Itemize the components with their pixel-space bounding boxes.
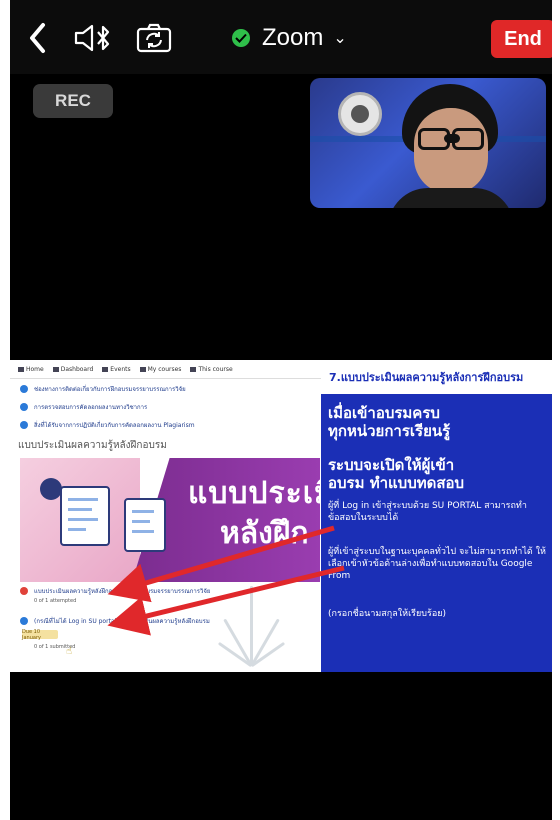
- slide-line: ทุกหน่วยการเรียนรู้: [328, 422, 451, 440]
- encryption-shield-icon: [232, 29, 250, 47]
- lms-section-title: แบบประเมินผลความรู้หลังฝึกอบรม: [18, 440, 167, 451]
- person-illustration-icon: [40, 478, 62, 500]
- participant-face: [414, 108, 488, 194]
- slide-paragraph: ผู้ที่ Log in เข้าสู่ระบบด้วย SU PORTAL …: [328, 501, 527, 523]
- chevron-down-icon: ⌄: [333, 30, 347, 47]
- lms-activity: การตรวจสอบการคัดลอกผลงานทางวิชาการ: [20, 402, 147, 412]
- quiz-meta: 0 of 1 attempted: [34, 598, 77, 604]
- check-icon: [20, 403, 28, 411]
- due-date-badge: Due 10 January: [22, 629, 58, 641]
- nav-this-course: This course: [190, 366, 233, 373]
- hand-cursor-icon: ☝: [66, 646, 73, 657]
- banner-subtitle: หลังฝึก: [220, 516, 309, 551]
- top-toolbar: Zoom ⌄ End: [10, 0, 552, 74]
- course-banner: แบบประเมิน หลังฝึก: [20, 458, 355, 582]
- check-icon: [20, 421, 28, 429]
- quiz-link: (กรณีที่ไม่ได้ Log in SU portal) แบบประเ…: [20, 616, 210, 626]
- participant-video-thumbnail[interactable]: [310, 78, 546, 208]
- lms-nav-bar: Home Dashboard Events My courses This co…: [10, 360, 321, 379]
- end-meeting-button[interactable]: End: [491, 20, 552, 58]
- document-illustration-icon: [124, 498, 166, 552]
- slide-paragraph: ผู้ที่เข้าสู่ระบบในฐานะบุคคลทั่วไป จะไม่…: [328, 547, 546, 581]
- quiz-link: แบบประเมินผลความรู้หลังฝึกอบรม การฝึกอบร…: [20, 586, 210, 596]
- lms-course-page: Home Dashboard Events My courses This co…: [10, 360, 355, 672]
- university-seal-icon: [338, 92, 382, 136]
- check-icon: [20, 385, 28, 393]
- shared-screen[interactable]: Home Dashboard Events My courses This co…: [10, 360, 552, 672]
- nav-dashboard: Dashboard: [52, 366, 93, 373]
- camera-flip-icon[interactable]: [134, 22, 174, 54]
- presentation-slide: 7.แบบประเมินผลความรู้หลังการฝึกอบรม เมื่…: [321, 360, 552, 672]
- recording-indicator: REC: [33, 84, 113, 118]
- back-icon[interactable]: [22, 22, 54, 54]
- meeting-title: Zoom: [262, 24, 324, 51]
- slide-line: เมื่อเข้าอบรมครบ: [328, 404, 440, 422]
- meeting-title-dropdown[interactable]: Zoom ⌄: [232, 22, 347, 54]
- nav-my-courses: My courses: [139, 366, 181, 373]
- speaker-bluetooth-icon[interactable]: [72, 22, 116, 54]
- nav-events: Events: [102, 366, 131, 373]
- nav-home: Home: [18, 366, 44, 373]
- slide-heading: 7.แบบประเมินผลความรู้หลังการฝึกอบรม: [321, 360, 552, 394]
- slide-line: ระบบจะเปิดให้ผู้เข้า: [328, 456, 455, 474]
- quiz-icon: [20, 587, 28, 595]
- slide-line: อบรม ทำแบบทดสอบ: [328, 474, 465, 492]
- lms-activity: สิ่งที่ได้รับจากการปฏิบัติเกี่ยวกับการคั…: [20, 420, 195, 430]
- document-illustration-icon: [60, 486, 110, 546]
- slide-paragraph: (กรอกชื่อนามสกุลให้เรียบร้อย): [328, 609, 447, 619]
- coral-watermark: [217, 582, 286, 668]
- lms-activity: ช่องทางการติดต่อเกี่ยวกับการฝึกอบรมจรรยา…: [20, 384, 186, 394]
- quiz-icon: [20, 617, 28, 625]
- zoom-meeting-screen: Zoom ⌄ End REC Home Dashboard Events My …: [10, 0, 552, 820]
